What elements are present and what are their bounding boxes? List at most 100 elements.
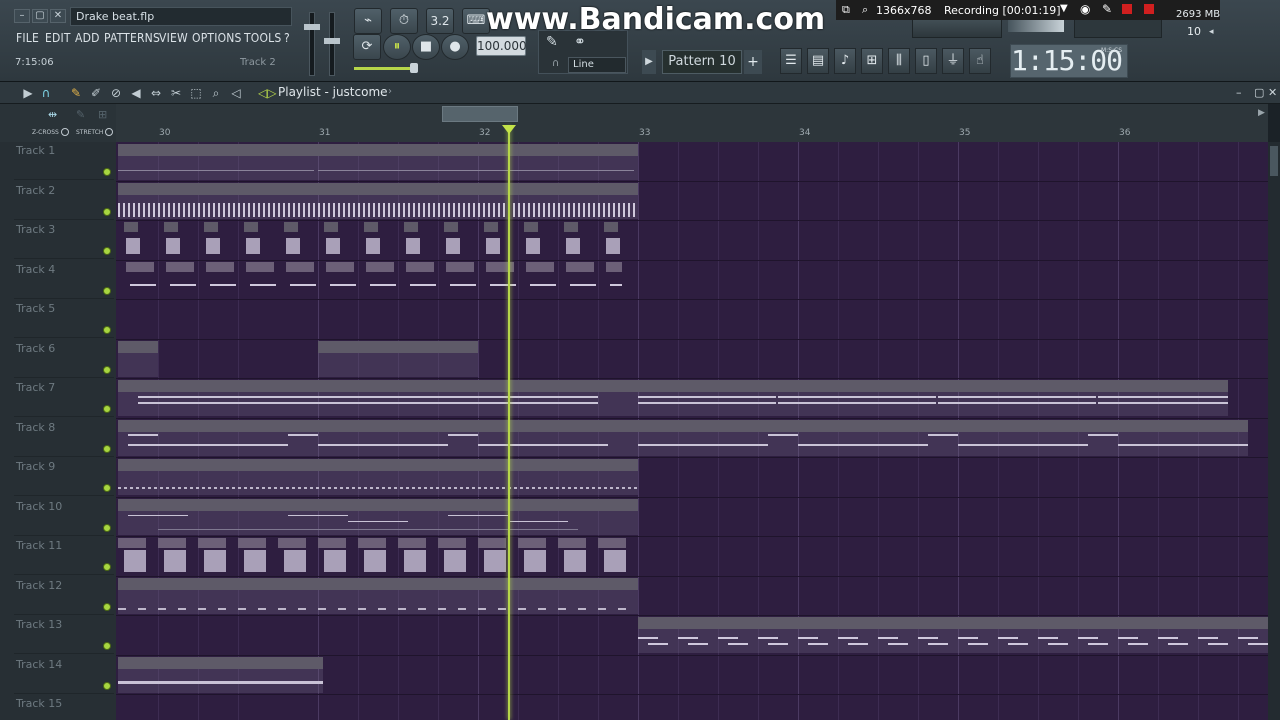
playback-tool-icon[interactable]: ◁ [228,85,244,101]
track-mute-led[interactable] [103,603,111,611]
snap-magnet-icon[interactable]: ∩ [38,85,54,101]
menu-edit[interactable]: EDIT [45,31,71,45]
pattern-clip[interactable]: Pattern 8 [118,578,638,614]
menu-tools[interactable]: TOOLS [244,31,281,45]
track-mute-led[interactable] [103,445,111,453]
pattern-clip[interactable]: Pa..2 [118,341,158,377]
track-header[interactable]: Track 15 [14,695,114,720]
pattern-clip[interactable]: Pattern 2 [318,341,478,377]
slice-tool-icon[interactable]: ✂ [168,85,184,101]
pattern-clip[interactable]: Pattern 1 [118,144,318,180]
vertical-scrollbar-thumb[interactable] [1270,146,1278,176]
playlist-grid[interactable]: Pattern 1 Pattern 1 D..CS DRUML.._X_SCS … [116,142,1268,720]
track-mute-led[interactable] [103,247,111,255]
pattern-clip[interactable]: Pattern 4 [638,420,1248,456]
pattern-clip[interactable]: Pattern 3 [638,380,1228,416]
minimize-button[interactable]: – [14,9,30,23]
stop-button[interactable]: ■ [412,34,440,60]
metronome-icon[interactable]: ⌁ [354,8,382,34]
select-tool-icon[interactable]: ⬚ [188,85,204,101]
track-header[interactable]: Track 1 [14,142,114,180]
track-mute-led[interactable] [103,484,111,492]
song-position-handle[interactable] [410,63,418,73]
title-chevron-icon[interactable]: › [388,86,392,97]
playlist-menu-icon[interactable]: ▶ [20,85,36,101]
track-mute-led[interactable] [103,326,111,334]
wait-input-icon[interactable]: ⏱ [390,8,418,34]
playhead-line[interactable] [508,126,510,720]
master-pitch-slider[interactable] [329,12,335,76]
playlist-window-icon[interactable]: ☰ [780,48,802,74]
track-mute-led[interactable] [103,405,111,413]
audio-clip[interactable]: DRUML.._X_SCS [478,183,558,219]
track-mute-led[interactable] [103,682,111,690]
pause-record-icon[interactable] [1144,4,1154,14]
track-header[interactable]: Track 8 [14,419,114,457]
pause-button[interactable]: ⏸ [383,34,411,60]
record-button[interactable]: ● [441,34,469,60]
track-mute-led[interactable] [103,168,111,176]
audio-clip[interactable]: D..CS [118,183,158,219]
pattern-clip[interactable]: Pattern 6 [118,459,638,495]
minimize-playlist-icon[interactable]: – [1236,86,1242,99]
pattern-clip[interactable]: Pattern 3 [118,380,638,416]
memory-dropdown-icon[interactable]: ◂ [1209,27,1214,37]
pattern-clip[interactable]: Pattern 4 [118,420,638,456]
song-position-bar[interactable] [354,67,418,70]
menu-file[interactable]: FILE [16,31,39,45]
track-mute-led[interactable] [103,208,111,216]
horizontal-scrollbar-thumb[interactable] [442,106,518,122]
menu-patterns[interactable]: PATTERNS [104,31,160,45]
hat-clips[interactable] [118,538,628,574]
zoom-arrows-icon[interactable]: ⇹ [48,108,57,121]
track-header[interactable]: Track 5 [14,300,114,338]
close-playlist-icon[interactable]: ✕ [1268,86,1277,99]
piano-roll-icon[interactable]: ♪ [834,48,856,74]
audio-clip[interactable]: VFX1 Downlifter 100 [118,657,323,693]
pattern-prev-icon[interactable]: ▶ [642,50,656,74]
pencil-small-icon[interactable]: ✎ [76,108,85,121]
stop-record-icon[interactable] [1122,4,1132,14]
snap-select[interactable]: Line [568,57,626,73]
loop-record-icon[interactable]: ⟳ [353,34,381,60]
mode-value[interactable]: 3.2 [426,8,454,34]
track-mute-led[interactable] [103,642,111,650]
master-pitch-handle[interactable] [324,38,340,44]
scroll-right-icon[interactable]: ▶ [1258,108,1265,118]
plugin-icon[interactable]: ⏚ [942,48,964,74]
track-header[interactable]: Track 13 [14,616,114,654]
audio-clip[interactable]: DRUML.._X_SCS [158,183,238,219]
track-header[interactable]: Track 7 [14,379,114,417]
track-header[interactable]: Track 11 [14,537,114,575]
track-header[interactable]: Track 4 [14,261,114,299]
close-button[interactable]: ✕ [50,9,66,23]
track-mute-led[interactable] [103,563,111,571]
paint-tool-icon[interactable]: ✐ [88,85,104,101]
audio-clip[interactable]: DRUML.._X_SCS [318,183,398,219]
menu-add[interactable]: ADD [75,31,100,45]
track-header[interactable]: Track 6 [14,340,114,378]
track-header[interactable]: Track 3 [14,221,114,259]
master-volume-slider[interactable] [309,12,315,76]
project-info-icon[interactable]: ▯ [915,48,937,74]
playlist-arrows-icon[interactable]: ◁▷ [258,85,276,101]
chevron-down-icon[interactable]: ▼ [1060,3,1068,14]
zcross-toggle[interactable] [61,128,69,136]
track-header[interactable]: Track 14 [14,656,114,694]
timeline-ruler[interactable] [116,104,1268,142]
pattern-clip[interactable]: Pattern 1 [318,144,638,180]
stretch-toggle[interactable] [105,128,113,136]
pattern-clip[interactable]: Pattern 7 [118,499,638,535]
playhead-marker[interactable] [502,125,516,134]
grid-icon[interactable]: ⊞ [98,108,107,121]
track-header[interactable]: Track 12 [14,577,114,615]
kick-clips[interactable] [118,222,628,258]
slip-tool-icon[interactable]: ⇔ [148,85,164,101]
camera-icon[interactable]: ◉ [1080,2,1090,16]
vertical-scrollbar[interactable] [1268,142,1280,720]
channel-rack-icon[interactable]: ▤ [807,48,829,74]
snare-clips[interactable] [126,262,622,298]
pen-icon[interactable]: ✎ [1102,2,1112,16]
tempo-display[interactable]: 100.000 [476,36,527,56]
mute-tool-icon[interactable]: ◀ [128,85,144,101]
